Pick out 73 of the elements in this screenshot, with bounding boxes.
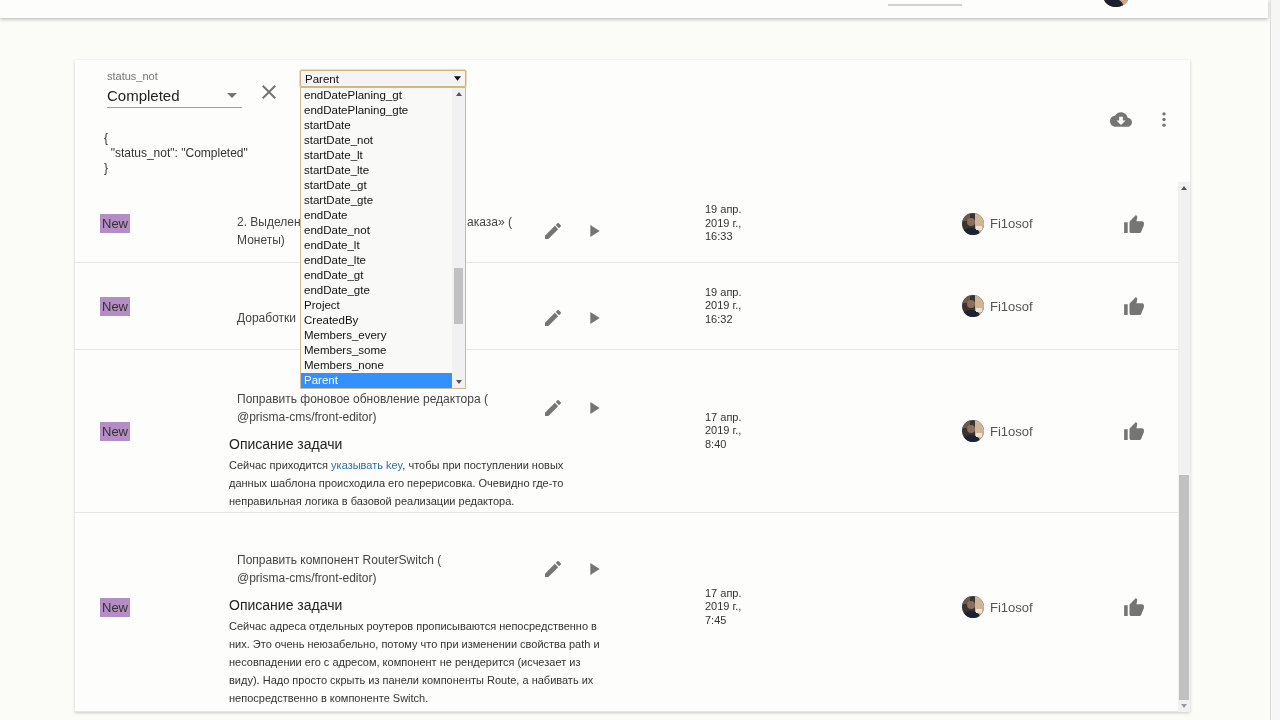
- thumb-up-icon[interactable]: [1124, 297, 1144, 315]
- dropdown-option[interactable]: Members_none: [301, 358, 452, 373]
- description-heading: Описание задачи: [229, 436, 344, 452]
- task-date: 19 апр. 2019 г., 16:32: [705, 285, 743, 327]
- dropdown-option[interactable]: startDate_gte: [301, 193, 452, 208]
- task-title: Монеты): [237, 231, 285, 249]
- task-title: 2. Выделен: [237, 213, 301, 231]
- more-icon[interactable]: [1162, 112, 1166, 127]
- dropdown-option[interactable]: startDate: [301, 118, 452, 133]
- field-label: status_not: [107, 70, 159, 82]
- json-preview: { "status_not": "Completed" }: [104, 131, 248, 176]
- edit-icon[interactable]: [545, 400, 561, 416]
- status-badge: New: [100, 214, 130, 233]
- close-icon[interactable]: [262, 85, 276, 99]
- task-title: Поправить фоновое обновление редактора (: [237, 391, 488, 408]
- field-select[interactable]: Parent: [300, 70, 466, 87]
- dropdown-option[interactable]: startDate_not: [301, 133, 452, 148]
- edit-icon[interactable]: [545, 222, 561, 239]
- caret-icon: [454, 76, 461, 81]
- page-scrollbar[interactable]: [1270, 0, 1280, 720]
- dropdown-option[interactable]: endDate_lt: [301, 238, 452, 253]
- dropdown-option[interactable]: startDate_lt: [301, 148, 452, 163]
- play-icon[interactable]: [590, 402, 600, 414]
- task-date: 17 апр. 2019 г., 8:40: [705, 410, 743, 452]
- status-badge: New: [100, 597, 130, 617]
- scroll-thumb[interactable]: [454, 268, 463, 324]
- task-title: Поправить компонент RouterSwitch (: [237, 552, 442, 569]
- task-title: Доработки: [237, 310, 296, 327]
- dropdown-option[interactable]: CreatedBy: [301, 313, 452, 328]
- author-name[interactable]: Fi1osof: [990, 216, 1033, 231]
- status-badge: New: [100, 296, 130, 316]
- status-badge: New: [100, 421, 130, 441]
- play-icon[interactable]: [590, 312, 600, 324]
- scroll-down-icon[interactable]: [455, 380, 462, 384]
- scrollbar[interactable]: [1178, 182, 1190, 712]
- caret-icon: [227, 93, 237, 98]
- thumb-up-icon[interactable]: [1124, 214, 1144, 233]
- author-name[interactable]: Fi1osof: [990, 599, 1033, 615]
- status-select[interactable]: status_not Completed: [107, 70, 242, 108]
- task-date: 19 апр. 2019 г., 16:33: [705, 203, 743, 244]
- task-title: @prisma-cms/front-editor): [237, 409, 377, 426]
- dropdown-option[interactable]: endDatePlaning_gte: [301, 103, 452, 118]
- edit-icon[interactable]: [545, 310, 561, 326]
- author-name[interactable]: Fi1osof: [990, 298, 1033, 314]
- dropdown-option[interactable]: endDate_gt: [301, 268, 452, 283]
- author-name[interactable]: Fi1osof: [990, 423, 1033, 439]
- thumb-up-icon[interactable]: [1124, 422, 1144, 440]
- scrollbar[interactable]: [452, 88, 465, 388]
- cloud-download-icon[interactable]: [1110, 112, 1132, 127]
- dropdown-option[interactable]: Members_every: [301, 328, 452, 343]
- scroll-up-icon[interactable]: [455, 92, 462, 96]
- select-value: Completed: [107, 87, 180, 104]
- edit-icon[interactable]: [545, 561, 561, 577]
- description-text: Сейчас приходится указывать key, чтобы при поступлении новых данных шаблона происходила его перерисовка. Очевидно где-то неправильная логика в базовой реализации редактора.: [229, 458, 565, 509]
- task-date: 17 апр. 2019 г., 7:45: [705, 586, 743, 628]
- dropdown-option[interactable]: startDate_lte: [301, 163, 452, 178]
- task-title: @prisma-cms/front-editor): [237, 570, 377, 587]
- thumb-up-icon[interactable]: [1124, 598, 1144, 616]
- dropdown-option[interactable]: Project: [301, 298, 452, 313]
- dropdown-option[interactable]: endDate_not: [301, 223, 452, 238]
- dropdown-option[interactable]: endDate: [301, 208, 452, 223]
- play-icon[interactable]: [590, 224, 600, 237]
- scroll-up-icon[interactable]: [1181, 186, 1187, 190]
- dropdown-option[interactable]: endDate_gte: [301, 283, 452, 298]
- dropdown-option[interactable]: startDate_gt: [301, 178, 452, 193]
- task-title: аказа» (: [467, 213, 512, 231]
- description-text: Сейчас адреса отдельных роутеров прописываются непосредственно в них. Это очень неюзабельно, потому что при изменении свойства path и несовпадении его с адресом, компонент не рендерится (исчезает из виду). Надо просто скрыть из панели компоненты Route, а набивать их непосредственно в компоненте Switch.: [229, 619, 601, 706]
- dropdown-option[interactable]: Members_some: [301, 343, 452, 358]
- description-heading: Описание задачи: [229, 597, 344, 613]
- scroll-thumb[interactable]: [1179, 475, 1189, 700]
- play-icon[interactable]: [590, 563, 600, 575]
- dropdown-option[interactable]: endDate_lte: [301, 253, 452, 268]
- dropdown-option[interactable]: endDatePlaning_gt: [301, 88, 452, 103]
